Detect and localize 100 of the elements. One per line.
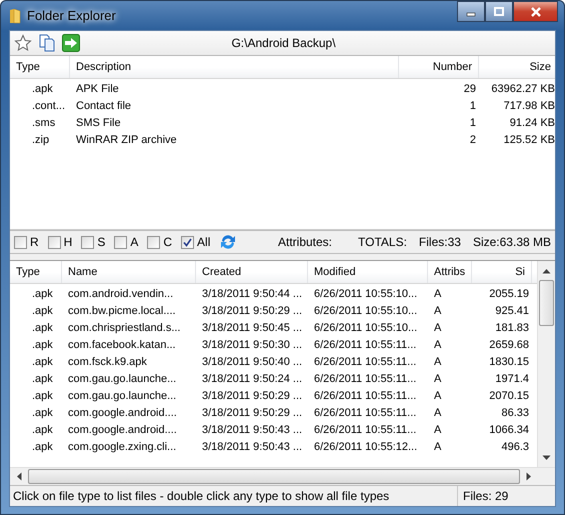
column-header[interactable]: Type	[10, 261, 62, 283]
column-header[interactable]: Size	[479, 56, 555, 78]
table-cell-text: 6/26/2011 10:55:10...	[313, 321, 418, 336]
table-cell-text: A	[433, 355, 442, 370]
totals-label: TOTALS:	[358, 235, 407, 249]
minimize-button[interactable]	[457, 1, 485, 22]
table-cell-text: WinRAR ZIP archive	[75, 133, 178, 148]
up-arrow-icon	[542, 268, 551, 274]
vertical-scrollbar[interactable]	[537, 261, 555, 467]
table-cell-text: 3/18/2011 9:50:43 ...	[201, 440, 304, 455]
table-cell-text: .apk	[31, 355, 54, 370]
table-cell-text: .apk	[31, 440, 54, 455]
table-cell-text: 6/26/2011 10:55:10...	[313, 304, 418, 319]
table-cell-text: 63962.27 KB	[490, 82, 555, 97]
close-icon	[530, 6, 542, 16]
table-cell-text: .apk	[31, 372, 54, 387]
table-cell-text: 3/18/2011 9:50:29 ...	[201, 406, 304, 421]
table-cell-text: .cont...	[31, 99, 66, 114]
table-cell-text: 3/18/2011 9:50:29 ...	[201, 389, 304, 404]
table-cell-text: com.gau.go.launche...	[67, 372, 178, 387]
table-cell-text: .apk	[31, 389, 54, 404]
folder-icon	[9, 8, 21, 24]
column-header[interactable]: Modified	[308, 261, 428, 283]
scrollbar-thumb[interactable]	[539, 280, 554, 326]
table-cell-text: 925.41	[494, 304, 530, 319]
table-cell-text: A	[433, 372, 442, 387]
column-header[interactable]: Created	[196, 261, 308, 283]
table-cell-text: 3/18/2011 9:50:40 ...	[201, 355, 304, 370]
column-header[interactable]: Name	[62, 261, 196, 283]
maximize-button[interactable]	[485, 1, 513, 22]
table-cell-text: 2055.19	[488, 287, 530, 302]
table-cell-text: 181.83	[494, 321, 530, 336]
table-cell-text: 3/18/2011 9:50:43 ...	[201, 423, 304, 438]
table-cell-text: 6/26/2011 10:55:11...	[313, 338, 418, 353]
table-cell-text: A	[433, 423, 442, 438]
table-cell-text: com.gau.go.launche...	[67, 389, 178, 404]
table-cell-text: APK File	[75, 82, 120, 97]
table-cell-text: 1	[468, 116, 477, 131]
check-icon	[183, 238, 192, 246]
horizontal-scrollbar[interactable]	[10, 467, 555, 485]
table-cell-text: 3/18/2011 9:50:30 ...	[201, 338, 304, 353]
column-header[interactable]: Attribs	[428, 261, 472, 283]
table-cell-text: com.google.android....	[67, 406, 178, 421]
table-cell-text: com.chrispriestland.s...	[67, 321, 182, 336]
attribute-checkbox[interactable]: C	[147, 235, 172, 249]
table-cell-text: A	[433, 338, 442, 353]
table-cell-text: 1830.15	[488, 355, 530, 370]
table-cell-text: .apk	[31, 423, 54, 438]
table-cell-text: .apk	[31, 406, 54, 421]
table-cell-text: 6/26/2011 10:55:11...	[313, 389, 418, 404]
table-cell-text: .apk	[31, 287, 54, 302]
column-header[interactable]: Description	[70, 56, 399, 78]
table-cell-text: 1066.34	[488, 423, 530, 438]
table-cell-text: 6/26/2011 10:55:11...	[313, 406, 418, 421]
folder-path: G:\Android Backup\	[230, 36, 337, 50]
column-header[interactable]: Type	[10, 56, 70, 78]
table-cell-text: 91.24 KB	[508, 116, 555, 131]
table-cell-text: Contact file	[75, 99, 132, 114]
table-cell-text: A	[433, 406, 442, 421]
table-cell-text: .zip	[31, 133, 50, 148]
attribute-checkbox[interactable]: All	[181, 235, 210, 249]
window-title: Folder Explorer	[27, 8, 116, 23]
table-cell-text: .sms	[31, 116, 56, 131]
maximize-icon	[493, 6, 505, 16]
table-cell-text: com.bw.picme.local....	[67, 304, 177, 319]
table-cell-text: 6/26/2011 10:55:11...	[313, 355, 418, 370]
table-cell-text: 3/18/2011 9:50:45 ...	[201, 321, 304, 336]
table-cell-text: 717.98 KB	[502, 99, 555, 114]
column-header[interactable]: Number	[399, 56, 479, 78]
file-count: Files: 29	[457, 486, 555, 506]
table-cell-text: 3/18/2011 9:50:24 ...	[201, 372, 304, 387]
table-cell-text: 2	[468, 133, 477, 148]
file-count: Files:33	[418, 235, 461, 249]
table-cell-text: 2070.15	[488, 389, 530, 404]
down-arrow-icon	[542, 455, 551, 461]
attributes-label: Attributes:	[278, 235, 332, 249]
table-cell-text: 1	[468, 99, 477, 114]
table-cell-text: 3/18/2011 9:50:29 ...	[201, 304, 304, 319]
table-cell-text: A	[433, 321, 442, 336]
table-cell-text: 3/18/2011 9:50:44 ...	[201, 287, 304, 302]
table-cell-text: A	[433, 287, 442, 302]
close-button[interactable]	[513, 1, 558, 22]
attribute-checkbox[interactable]: R	[14, 235, 39, 249]
copy-icon[interactable]	[38, 34, 56, 52]
table-cell-text: 6/26/2011 10:55:10...	[313, 287, 418, 302]
total-size: Size:63.38 MB	[472, 235, 551, 249]
table-cell-text: com.fsck.k9.apk	[67, 355, 148, 370]
column-header[interactable]: Si	[472, 261, 532, 283]
table-cell-text: 29	[462, 82, 477, 97]
table-cell-text: .apk	[31, 321, 54, 336]
table-cell-text: SMS File	[75, 116, 122, 131]
table-cell-text: A	[433, 440, 442, 455]
status-message: Click on file type to list files - double click any type to show all file types	[12, 489, 390, 503]
table-cell-text: .apk	[31, 82, 54, 97]
scrollbar-thumb[interactable]	[28, 469, 520, 484]
table-cell-text: .apk	[31, 338, 54, 353]
table-cell-text: .apk	[31, 304, 54, 319]
refresh-icon[interactable]	[219, 233, 238, 251]
table-cell-text: com.google.android....	[67, 423, 178, 438]
star-icon[interactable]	[14, 34, 32, 52]
